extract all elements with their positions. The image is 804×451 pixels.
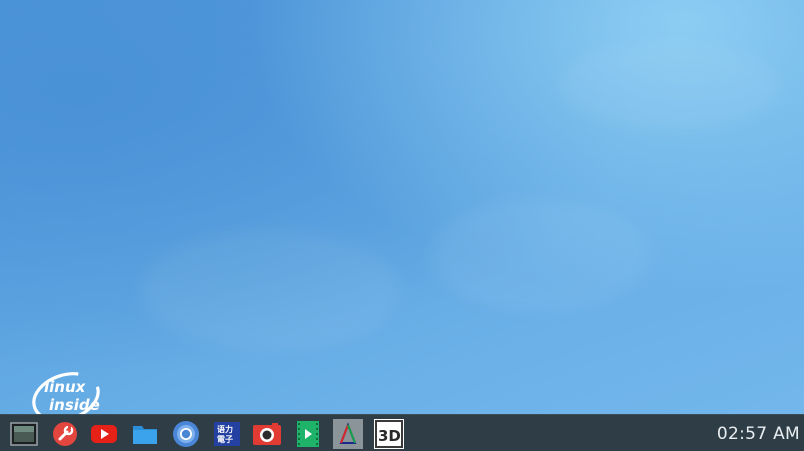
svg-text:3D: 3D [378,427,401,445]
tools-icon[interactable] [50,419,80,449]
start-menu-icon[interactable] [9,419,39,449]
wallpaper-cloud [430,200,650,310]
svg-text:语力: 语力 [217,424,233,434]
desktop: linux inside 语力 電子 3D 02:57 AM [0,0,804,451]
badge-line2: inside [49,396,100,414]
triangle-app-icon[interactable] [333,419,363,449]
dictionary-icon[interactable]: 语力 電子 [212,419,242,449]
taskbar: 语力 電子 3D 02:57 AM [0,414,804,451]
badge-line1: linux [44,378,87,396]
camera-icon[interactable] [252,419,282,449]
clock[interactable]: 02:57 AM [717,423,800,445]
chromium-icon[interactable] [171,419,201,449]
video-player-icon[interactable] [293,419,323,449]
wallpaper-cloud [140,230,400,350]
folder-icon[interactable] [130,419,160,449]
youtube-icon[interactable] [89,419,119,449]
svg-text:電子: 電子 [217,434,233,444]
wallpaper-cloud [560,40,780,130]
3d-app-icon[interactable]: 3D [374,419,404,449]
